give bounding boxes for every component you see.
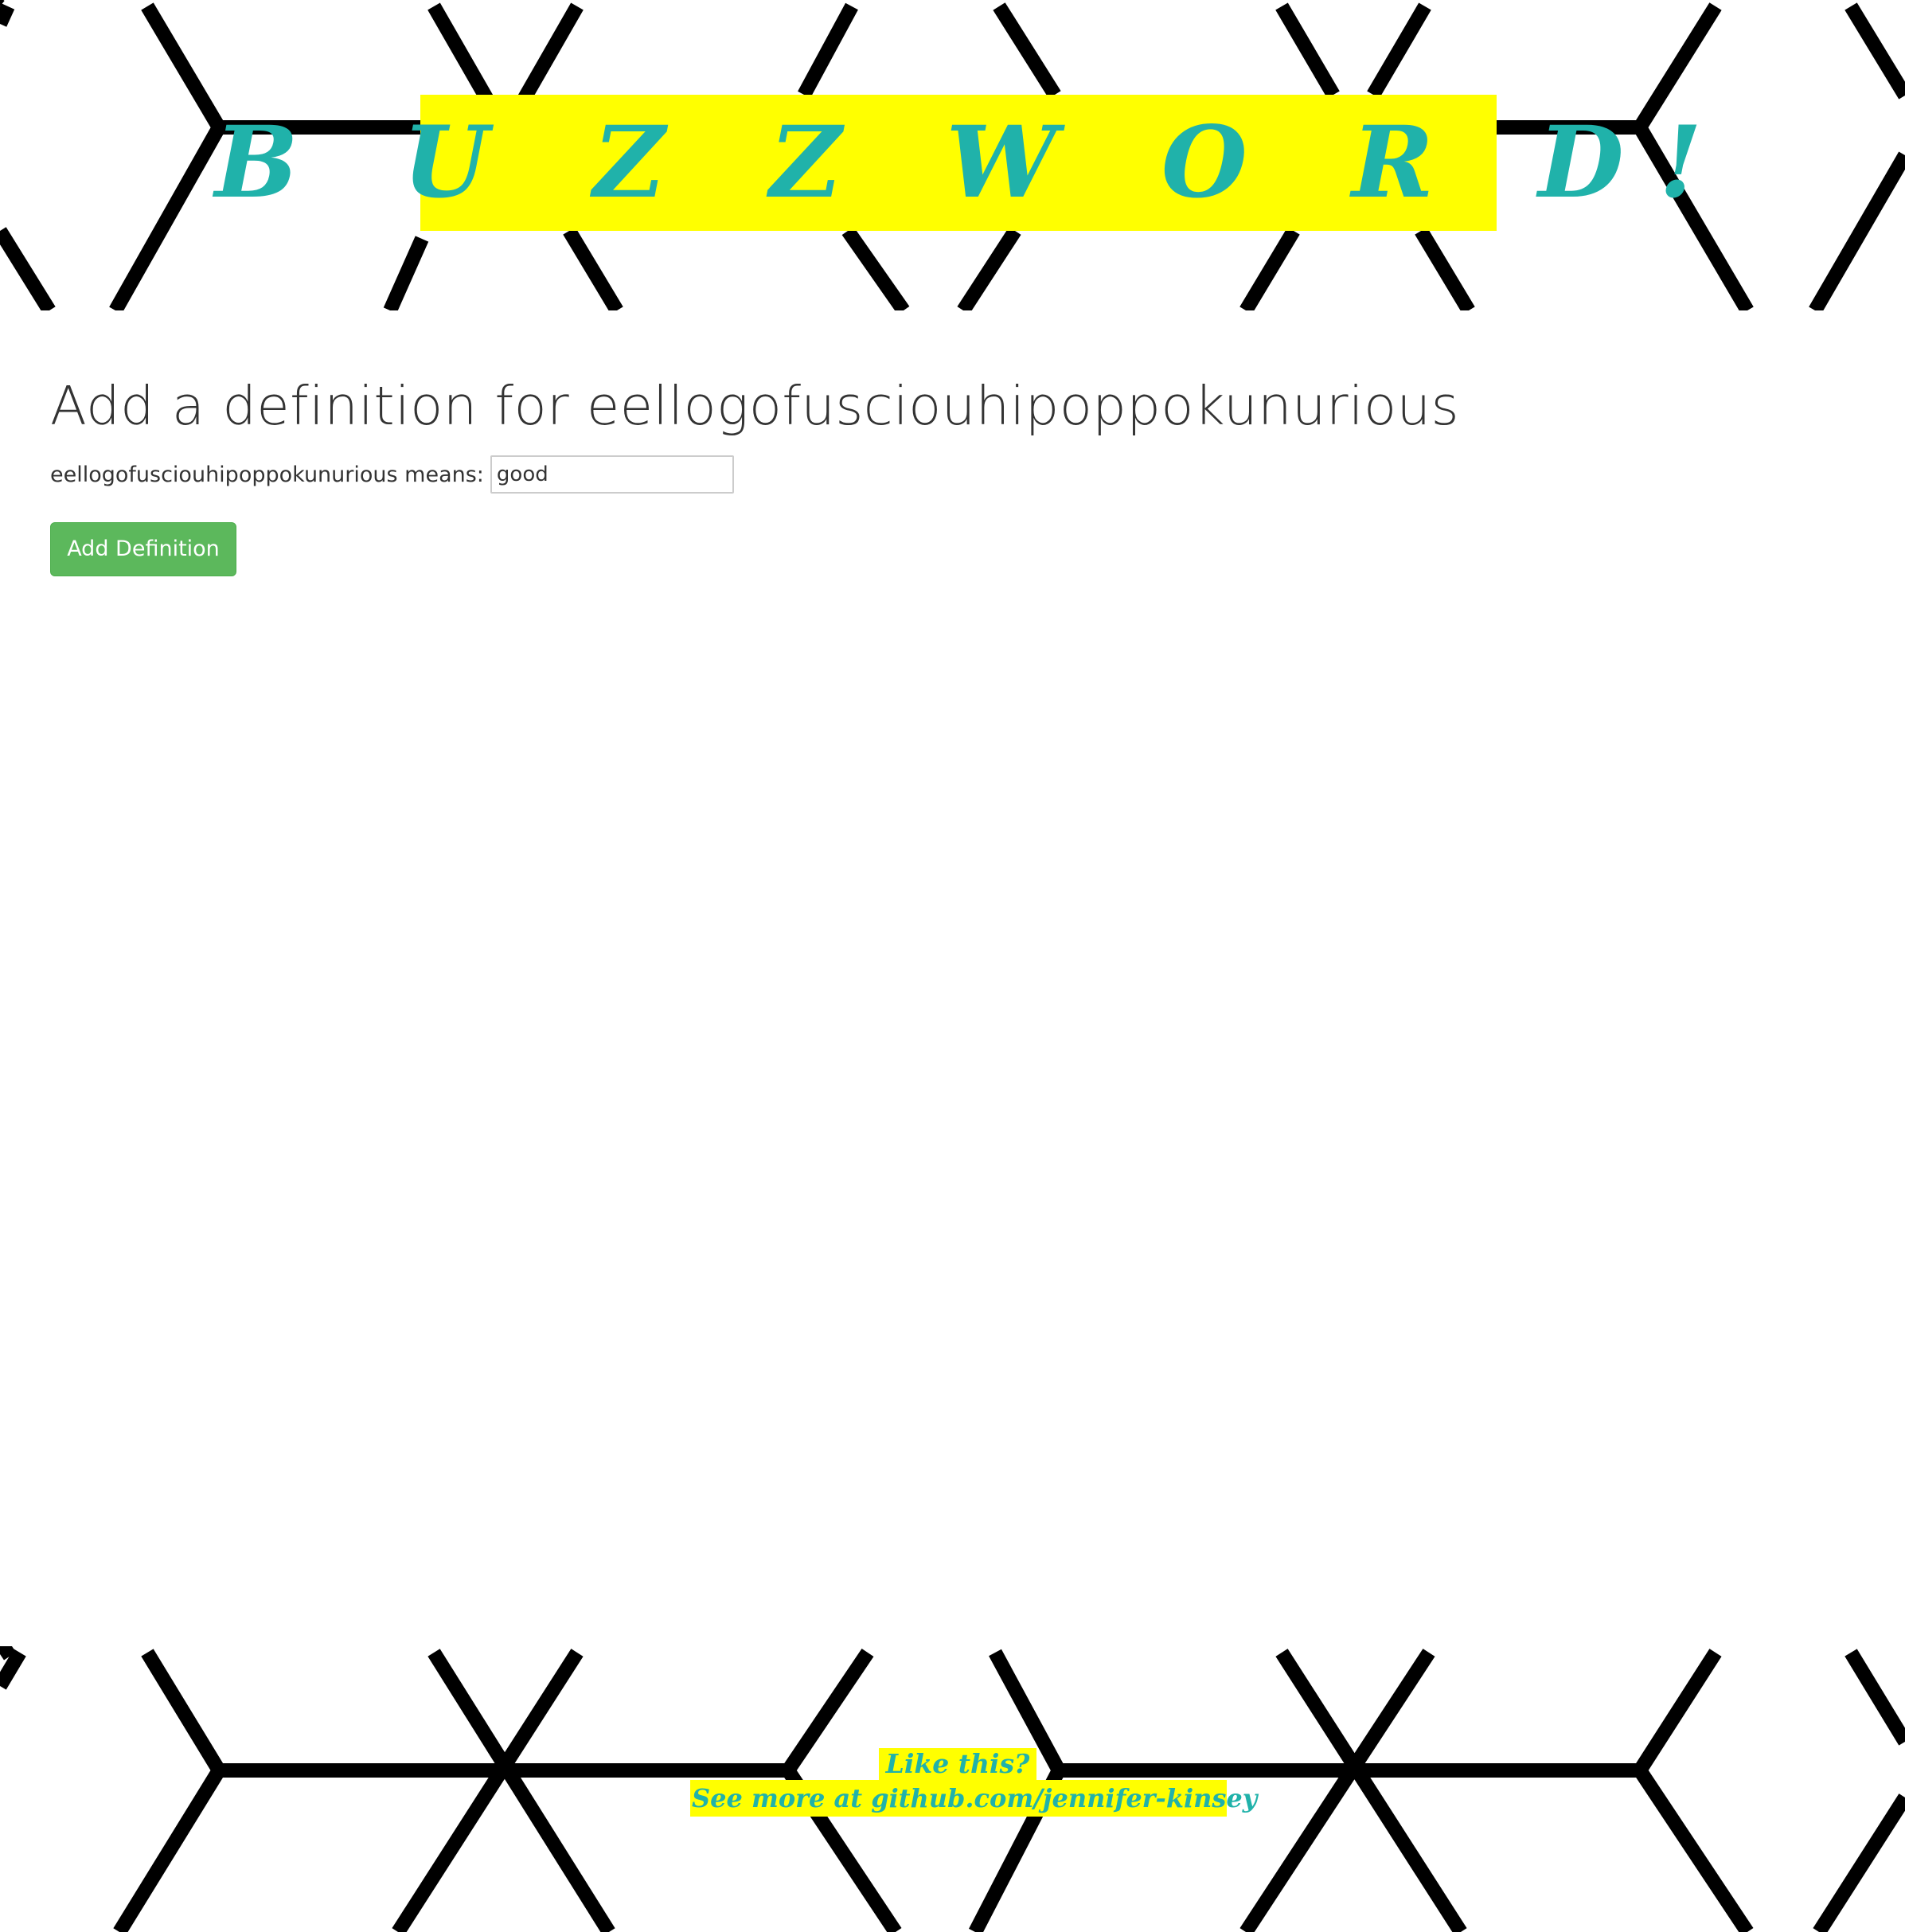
page-title-prefix: Add a definition for <box>50 375 570 437</box>
main-content: Add a definition for eellogofusciouhipop… <box>50 374 1459 577</box>
footer-promo-line2: See more at github.com/jennifer-kinsey <box>690 1780 1257 1817</box>
definition-label-suffix: means: <box>404 462 484 487</box>
logo-text: B U Z Z W O R D! <box>214 104 1738 221</box>
footer-like-text: Like this? <box>885 1748 1030 1779</box>
logo-banner: B U Z Z W O R D! <box>215 95 1702 231</box>
footer-promo-line1: Like this? <box>879 1748 1036 1780</box>
page-title-word: eellogofusciouhipoppokunurious <box>586 375 1460 437</box>
definition-label: eellogofusciouhipoppokunurious means: <box>50 463 484 487</box>
definition-form: eellogofusciouhipoppokunurious means: Ad… <box>50 455 1459 577</box>
page-title: Add a definition for eellogofusciouhipop… <box>50 374 1459 438</box>
definition-row: eellogofusciouhipoppokunurious means: <box>50 455 1459 494</box>
page: B U Z Z W O R D! Add a definition for ee… <box>0 0 1905 1932</box>
definition-input[interactable] <box>490 455 734 494</box>
footer-github-link[interactable]: See more at github.com/jennifer-kinsey <box>690 1780 1257 1817</box>
definition-label-word: eellogofusciouhipoppokunurious <box>50 462 398 487</box>
add-definition-button[interactable]: Add Definition <box>50 522 236 577</box>
